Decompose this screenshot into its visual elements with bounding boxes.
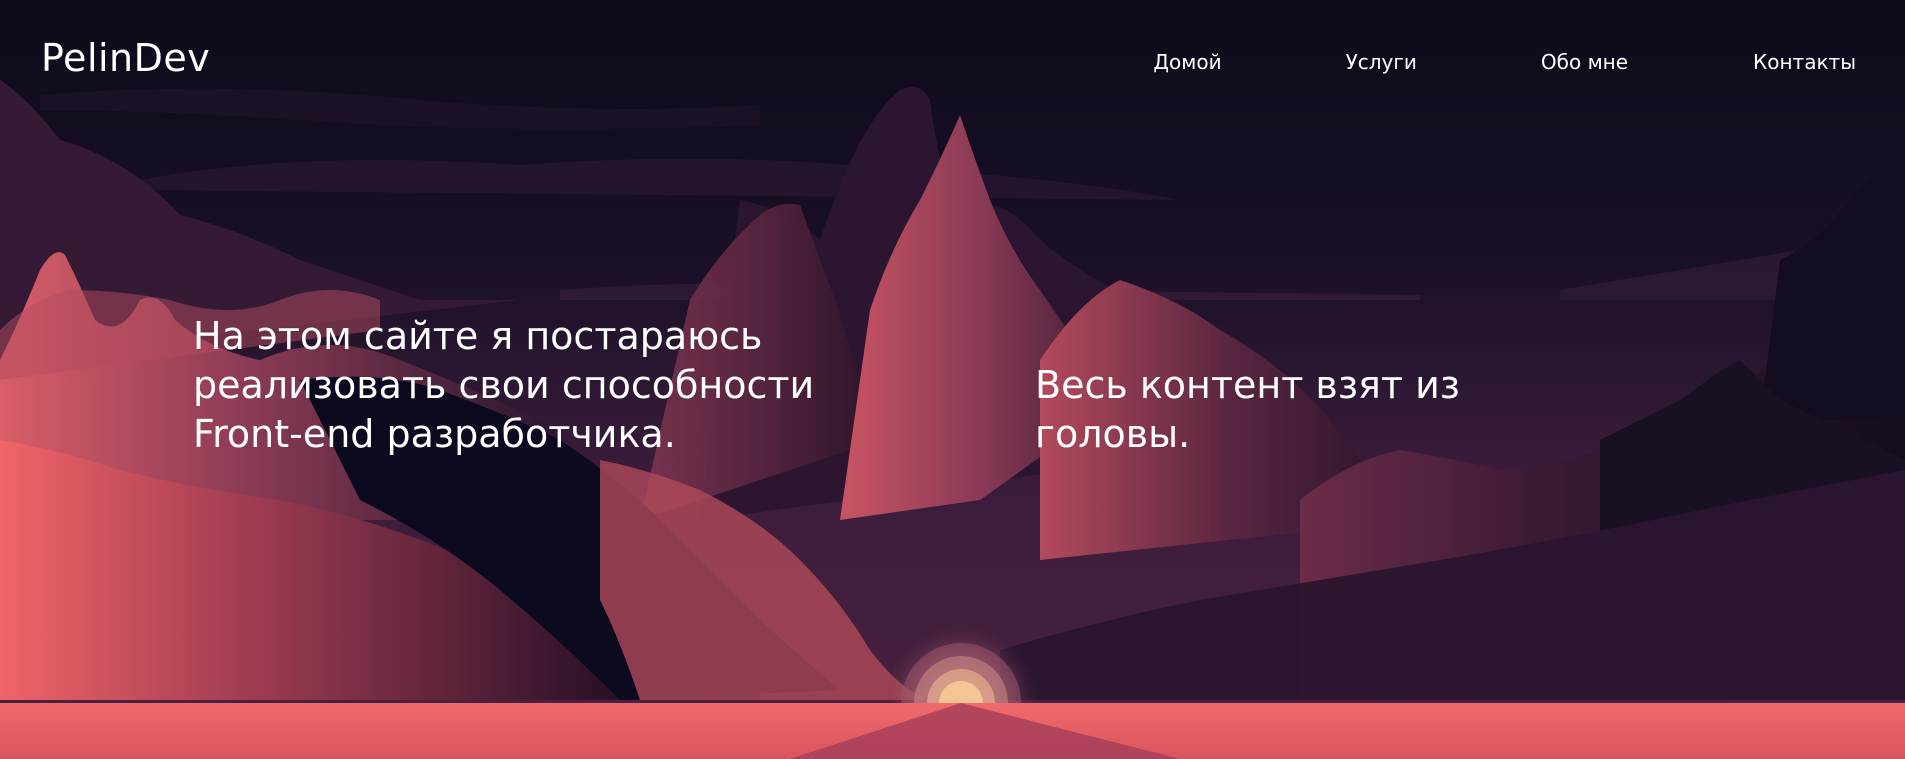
nav-link-about[interactable]: Обо мне [1541,50,1628,74]
hero-content-note: Весь контент взят из головы. [1035,361,1505,459]
nav-item-home: Домой [1153,50,1221,74]
hero-intro-line: Front-end разработчика. [193,412,676,456]
site-logo[interactable]: PelinDev [41,36,210,80]
nav-item-services: Услуги [1346,50,1417,74]
hero-intro-line: На этом сайте я постараюсь [193,314,763,358]
nav-menu: Домой Услуги Обо мне Контакты [1153,50,1856,74]
nav-item-about: Обо мне [1541,50,1628,74]
nav-link-services[interactable]: Услуги [1346,50,1417,74]
hero-note-line: Весь контент взят из [1035,363,1461,407]
hero-intro-line: реализовать свои способности [193,363,815,407]
hero-intro-text: На этом сайте я постараюсь реализовать с… [193,312,913,459]
nav-link-contacts[interactable]: Контакты [1753,50,1856,74]
nav-item-contacts: Контакты [1753,50,1856,74]
top-navigation: PelinDev Домой Услуги Обо мне Контакты [0,0,1905,120]
nav-link-home[interactable]: Домой [1153,50,1221,74]
hero-note-line: головы. [1035,412,1191,456]
